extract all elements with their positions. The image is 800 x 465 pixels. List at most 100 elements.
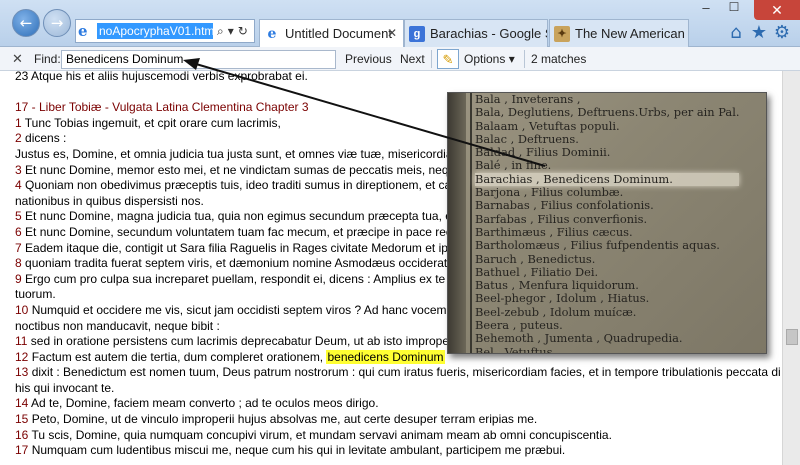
google-icon: g [409, 25, 425, 42]
verse-number: 6 [15, 224, 26, 239]
next-button[interactable]: Next [400, 47, 425, 71]
tab-title: Barachias - Google Se [430, 26, 548, 41]
verse-text: nationibus in quibus dispersisti nos. [15, 193, 204, 208]
text-line: 23 Atque his et aliis hujuscemodi verbis… [15, 71, 308, 83]
verse-line: 16 Tu scis, Domine, quia numquam concupi… [15, 428, 780, 444]
book-line: Beera , puteus. [475, 318, 563, 333]
book-line: Bartholomæus , Filius fufpendentis aquas… [475, 238, 720, 253]
book-page-image: Bala , Inveterans , Bala, Deglutiens, De… [447, 92, 767, 354]
divider [524, 50, 525, 68]
verse-text: Quoniam non obedivimus præceptis tuis, i… [25, 178, 473, 193]
book-line: Bel , Vetuftus. [475, 344, 557, 354]
ie-page-icon: e [267, 25, 277, 42]
book-line: Baldad , Filius Dominii. [475, 145, 611, 160]
star-icon[interactable]: ★ [748, 22, 770, 44]
verse-line: 14 Ad te, Domine, faciem meam converto ;… [15, 396, 780, 412]
book-line: Balaam , Vetuftas populi. [475, 118, 620, 133]
book-line: Barjona , Filius columbæ. [475, 185, 624, 200]
highlight-matches-icon[interactable]: ✎ [437, 49, 459, 69]
verse-number: 17 [15, 443, 32, 458]
find-input[interactable]: Benedicens Dominum [61, 50, 336, 69]
book-line: Balac , Deftruens. [475, 131, 579, 146]
verse-text: noctibus non manducavit, neque bibit : [15, 318, 220, 333]
arrow-left-icon: ← [19, 14, 33, 32]
ie-logo-icon: e [78, 22, 88, 40]
book-line: Bala , Inveterans , [475, 92, 581, 106]
minimize-button[interactable]: – [694, 0, 718, 20]
dropdown-icon[interactable]: ▾ [228, 24, 234, 38]
book-line: Barthimæus , Filius cæcus. [475, 224, 633, 239]
address-url[interactable]: noApocryphaV01.html [97, 23, 213, 39]
verse-number: 1 [15, 115, 25, 130]
book-line: Barfabas , Filius converfionis. [475, 211, 648, 226]
verse-number: 5 [15, 209, 26, 224]
verse-text: Numquam cum ludentibus miscui me, neque … [31, 443, 566, 458]
verse-text: Justus es, Domine, et omnia judicia tua … [15, 146, 479, 161]
verse-number: 12 [15, 349, 32, 364]
verse-number: 10 [15, 302, 32, 317]
verse-text: Et nunc Domine, memor esto mei, et ne vi… [25, 162, 476, 177]
verse-number: 7 [15, 240, 26, 255]
verse-text: Tunc Tobias ingemuit, et cpit orare cum … [24, 115, 281, 130]
tab-title: Untitled Document [285, 26, 392, 41]
chevron-down-icon: ▾ [508, 52, 515, 66]
gear-icon[interactable]: ⚙ [771, 22, 793, 44]
close-window-button[interactable]: ✕ [754, 0, 800, 20]
verse-text: quoniam tradita fuerat septem viris, et … [25, 256, 474, 271]
verse-number: 14 [15, 396, 32, 411]
verse-text: Et nunc Domine, magna judicia tua, quia … [25, 209, 479, 224]
verse-number: 13 [15, 365, 32, 380]
book-line: Balé , in fine. [475, 158, 552, 173]
book-line: Barnabas , Filius confolationis. [475, 198, 654, 213]
scroll-thumb[interactable] [786, 329, 798, 345]
book-line: Beel-phegor , Idolum , Hiatus. [475, 291, 650, 306]
search-match-highlight: benedicens Dominum [326, 349, 445, 364]
verse-text: Eadem itaque die, contigit ut Sara filia… [25, 240, 478, 255]
verse-number: 15 [15, 412, 32, 427]
verse-text: Factum est autem die tertia, dum compler… [31, 349, 327, 364]
options-button[interactable]: Options ▾ [464, 47, 515, 71]
bible-icon: ✦ [554, 25, 570, 42]
tab-new-american-bible[interactable]: ✦ The New American Bi [549, 19, 689, 47]
verse-text: dicens : [25, 131, 67, 146]
verse-text: tuorum. [15, 287, 56, 302]
browser-title-bar: ← → e noApocryphaV01.html ⌕ ▾ ↻ e Untitl… [0, 0, 800, 47]
verse-number: 8 [15, 256, 26, 271]
book-line-highlighted: Barachias , Benedicens Dominum. [475, 172, 740, 187]
find-bar: ✕ Find: Benedicens Dominum Previous Next… [0, 47, 800, 71]
back-button[interactable]: ← [12, 9, 40, 37]
match-count: 2 matches [531, 52, 587, 66]
forward-button[interactable]: → [43, 9, 71, 37]
verse-text: his qui invocant te. [15, 380, 115, 395]
verse-number: 3 [15, 162, 26, 177]
verse-line: 13 dixit : Benedictum est nomen tuum, De… [15, 365, 780, 381]
refresh-icon[interactable]: ↻ [238, 24, 248, 38]
verse-line: 15 Peto, Domine, ut de vinculo improperi… [15, 412, 780, 428]
divider [431, 50, 432, 68]
verse-text: Ergo cum pro culpa sua increparet puella… [25, 271, 478, 286]
tab-google-search[interactable]: g Barachias - Google Se [404, 19, 548, 47]
verse-number: 11 [15, 334, 31, 349]
tab-title: The New American Bi [575, 26, 689, 41]
verse-text: Numquid et occidere me vis, sicut jam oc… [31, 302, 478, 317]
home-icon[interactable]: ⌂ [725, 22, 747, 44]
verse-number: 9 [15, 271, 26, 286]
book-line: Beel-zebub , Idolum muícæ. [475, 304, 637, 319]
search-icon[interactable]: ⌕ [217, 24, 224, 39]
scrollbar[interactable] [782, 71, 800, 465]
verse-text: sed in oratione persistens cum lacrimis … [30, 334, 485, 349]
book-line: Bathuel , Filiatio Dei. [475, 264, 599, 279]
verse-text: Peto, Domine, ut de vinculo improperii h… [31, 412, 538, 427]
arrow-right-icon: → [50, 14, 64, 32]
verse-text: dixit : Benedictum est nomen tuum, Deus … [31, 365, 780, 380]
verse-line: 17 Numquam cum ludentibus miscui me, neq… [15, 443, 780, 459]
previous-button[interactable]: Previous [345, 47, 392, 71]
maximize-button[interactable]: ☐ [722, 0, 746, 20]
address-bar[interactable]: e noApocryphaV01.html ⌕ ▾ ↻ [75, 19, 255, 43]
close-icon[interactable]: ✕ [12, 47, 23, 71]
tab-untitled-document[interactable]: e Untitled Document ✕ [259, 19, 404, 47]
close-tab-icon[interactable]: ✕ [387, 26, 397, 40]
verse-text: Ad te, Domine, faciem meam converto ; ad… [31, 396, 379, 411]
book-line: Behemoth , Jumenta , Quadrupedia. [475, 331, 683, 346]
book-line: Baruch , Benedictus. [475, 251, 596, 266]
